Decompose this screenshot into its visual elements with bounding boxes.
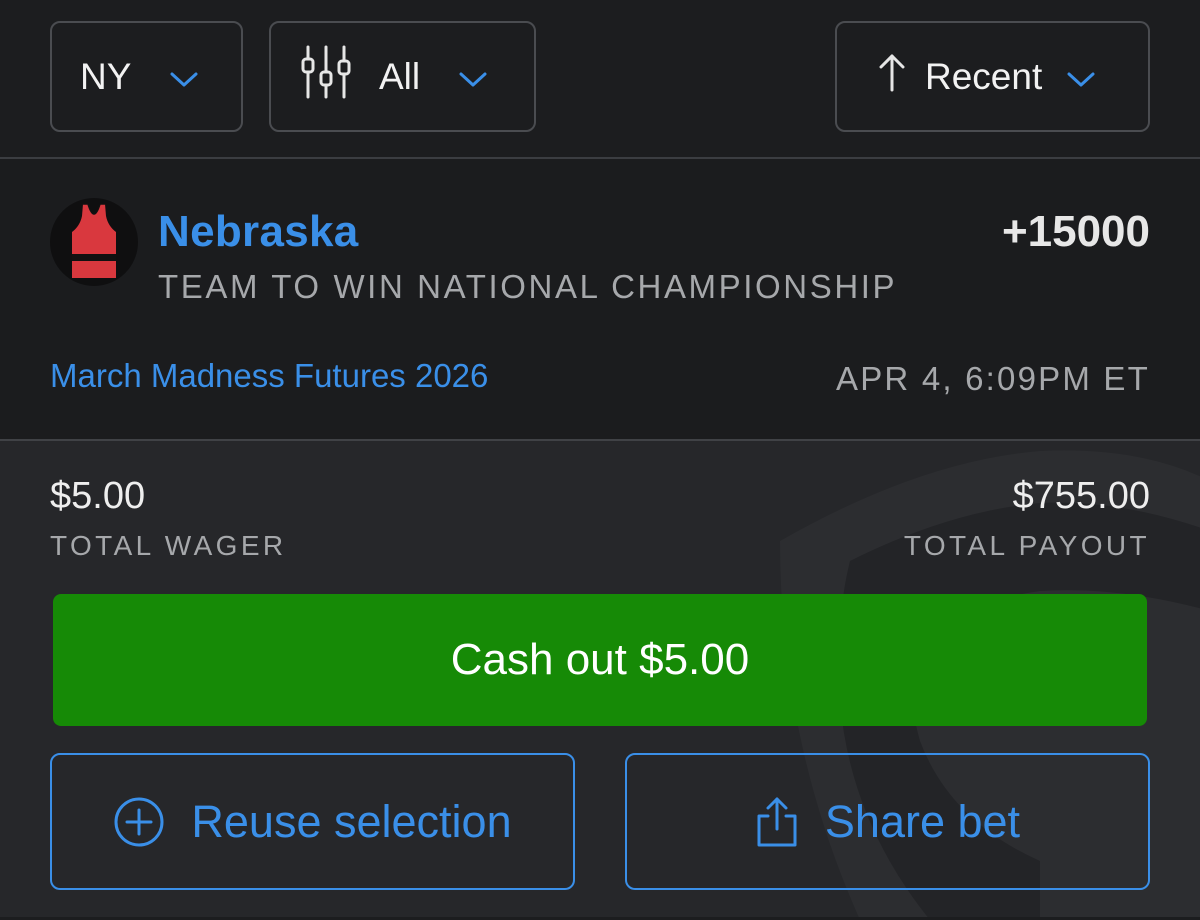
total-wager-label: TOTAL WAGER [50,530,287,561]
bet-odds: +15000 [1001,207,1150,256]
total-payout-label: TOTAL PAYOUT [903,530,1150,561]
filter-select[interactable]: All [269,21,536,132]
state-select[interactable]: NY [50,21,243,132]
event-link[interactable]: March Madness Futures 2026 [50,357,488,395]
jersey-icon [50,198,138,286]
state-select-label: NY [80,55,132,97]
sliders-icon [299,45,353,108]
chevron-down-icon [1066,56,1096,98]
share-icon [755,796,799,848]
cash-out-button[interactable]: Cash out $5.00 [53,594,1147,726]
plus-circle-icon [113,796,165,848]
total-payout-value: $755.00 [1012,475,1150,517]
filter-select-label: All [379,55,421,97]
arrow-up-icon [877,52,907,101]
sort-select-label: Recent [925,55,1043,97]
bet-history-page: NY All Recent Nebraska +15000 TEAM TO WI… [0,0,1200,920]
bet-market: TEAM TO WIN NATIONAL CHAMPIONSHIP [158,268,898,305]
reuse-selection-button[interactable]: Reuse selection [50,753,575,890]
chevron-down-icon [169,56,199,98]
reuse-selection-label: Reuse selection [191,795,512,847]
chevron-down-icon [458,56,488,98]
filter-bar: NY All Recent [0,0,1200,158]
bet-card-header: Nebraska +15000 TEAM TO WIN NATIONAL CHA… [0,159,1200,439]
total-wager-value: $5.00 [50,475,146,517]
bet-card-body: $5.00 TOTAL WAGER $755.00 TOTAL PAYOUT C… [0,441,1200,920]
placed-timestamp: APR 4, 6:09PM ET [836,360,1150,397]
share-bet-button[interactable]: Share bet [625,753,1150,890]
share-bet-label: Share bet [824,795,1021,847]
team-name[interactable]: Nebraska [158,207,359,257]
sort-select[interactable]: Recent [835,21,1150,132]
